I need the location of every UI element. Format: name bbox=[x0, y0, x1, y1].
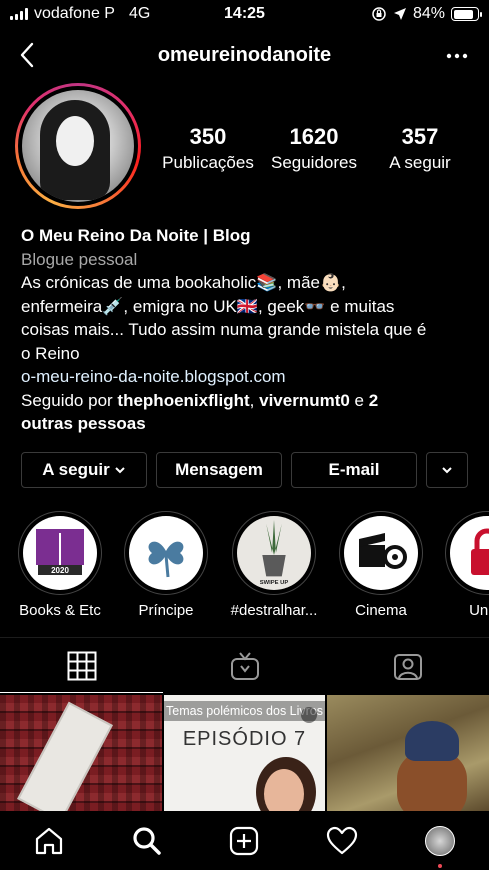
heart-icon bbox=[327, 826, 358, 854]
followed-by-others: outras pessoas bbox=[21, 414, 146, 433]
profile-avatar bbox=[425, 825, 456, 856]
followed-by[interactable]: Seguido por thephoenixflight, vivernumt0… bbox=[21, 389, 471, 413]
nav-home[interactable] bbox=[0, 811, 98, 870]
nav-add-post[interactable] bbox=[196, 811, 294, 870]
more-dots-icon[interactable] bbox=[445, 44, 469, 68]
grid-icon bbox=[67, 651, 96, 680]
nav-search[interactable] bbox=[98, 811, 196, 870]
nav-profile[interactable] bbox=[391, 811, 489, 870]
bio-website-link[interactable]: o-meu-reino-da-noite.blogspot.com bbox=[21, 365, 471, 389]
highlight-label: Books & Etc bbox=[19, 602, 101, 619]
bio-text-line: o Reino bbox=[21, 343, 80, 363]
status-bar: vodafone P 4G 14:25 84% bbox=[0, 0, 489, 30]
profile-bio: O Meu Reino Da Noite | Blog Blogue pesso… bbox=[21, 224, 471, 436]
suggested-accounts-button[interactable] bbox=[426, 452, 468, 488]
plant-icon: SWIPE UP bbox=[237, 516, 311, 590]
email-button[interactable]: E-mail bbox=[291, 452, 417, 488]
highlight-label: Príncipe bbox=[138, 602, 194, 619]
stat-value: 357 bbox=[401, 124, 439, 149]
battery-icon bbox=[451, 7, 482, 21]
stat-value: 1620 bbox=[289, 124, 339, 149]
chevron-down-icon bbox=[114, 467, 125, 474]
bio-text-line: enfermeira💉, emigra no UK🇬🇧, geek👓 e mui… bbox=[21, 296, 395, 316]
igtv-icon bbox=[230, 651, 259, 680]
posts-grid: Temas polémicos dos Livros EPISÓDIO 7 bbox=[0, 695, 489, 811]
profile-category: Blogue pessoal bbox=[21, 249, 138, 269]
profile-actions: A seguir Mensagem E-mail bbox=[21, 452, 468, 488]
highlight-label: #destralhar... bbox=[230, 602, 318, 619]
stat-posts[interactable]: 350 Publicações bbox=[155, 124, 261, 173]
search-icon bbox=[133, 826, 161, 855]
battery-percent: 84% bbox=[412, 5, 445, 22]
stat-label: Seguidores bbox=[270, 153, 357, 172]
highlight-badge: SWIPE UP bbox=[260, 580, 289, 586]
stat-label: A seguir bbox=[389, 153, 451, 172]
location-arrow-icon bbox=[393, 8, 406, 20]
message-button[interactable]: Mensagem bbox=[156, 452, 282, 488]
stat-value: 350 bbox=[189, 124, 227, 149]
stat-following[interactable]: 357 A seguir bbox=[367, 124, 473, 173]
profile-display-name: O Meu Reino Da Noite | Blog bbox=[21, 226, 251, 245]
highlight-books[interactable]: 2020 Books & Etc bbox=[11, 511, 109, 619]
post-thumbnail[interactable]: Temas polémicos dos Livros EPISÓDIO 7 bbox=[163, 695, 326, 811]
notification-dot bbox=[438, 864, 443, 868]
clover-icon bbox=[129, 516, 203, 590]
following-button[interactable]: A seguir bbox=[21, 452, 147, 488]
highlight-destralhar[interactable]: SWIPE UP #destralhar... bbox=[225, 511, 323, 619]
followed-by-user: vivernumt0 bbox=[259, 390, 350, 410]
post-thumbnail[interactable] bbox=[327, 695, 489, 811]
highlight-cinema[interactable]: Cinema bbox=[332, 511, 430, 619]
highlight-badge: 2020 bbox=[51, 566, 69, 575]
highlight-label: Cinema bbox=[355, 602, 407, 619]
tagged-icon bbox=[393, 653, 422, 680]
highlight-principe[interactable]: Príncipe bbox=[117, 511, 215, 619]
post-title-text: EPISÓDIO 7 bbox=[182, 728, 307, 750]
stat-label: Publicações bbox=[162, 153, 254, 172]
profile-stats: 350 Publicações 1620 Seguidores 357 A se… bbox=[155, 124, 475, 173]
bottom-navigation bbox=[0, 811, 489, 870]
nav-activity[interactable] bbox=[293, 811, 391, 870]
highlight-unbox[interactable]: Unbo bbox=[438, 511, 489, 619]
home-icon bbox=[35, 827, 62, 854]
chevron-down-icon bbox=[442, 467, 452, 474]
tab-tagged[interactable] bbox=[326, 638, 489, 693]
add-post-icon bbox=[230, 826, 259, 855]
profile-username: omeureinodanoite bbox=[157, 44, 332, 66]
book-icon: 2020 bbox=[23, 516, 97, 590]
profile-avatar-story-ring[interactable] bbox=[15, 83, 141, 209]
tab-posts-grid[interactable] bbox=[0, 638, 163, 693]
profile-avatar bbox=[22, 90, 134, 202]
bio-text-line: As crónicas de uma bookaholic📚, mãe👶🏻, bbox=[21, 273, 346, 292]
profile-tabs bbox=[0, 637, 489, 693]
status-right: 84% bbox=[371, 5, 482, 23]
highlight-label: Unbo bbox=[469, 602, 489, 619]
bio-text-line: coisas mais... Tudo assim numa grande mi… bbox=[21, 320, 427, 339]
stat-followers[interactable]: 1620 Seguidores bbox=[261, 124, 367, 173]
film-clapper-icon bbox=[344, 516, 418, 590]
story-highlights: 2020 Books & Etc Príncipe SWIPE UP #dest… bbox=[0, 511, 489, 621]
lock-icon bbox=[450, 516, 489, 590]
profile-header: omeureinodanoite bbox=[0, 38, 489, 74]
post-thumbnail[interactable] bbox=[0, 695, 162, 811]
followed-by-user: thephoenixflight bbox=[117, 390, 250, 410]
lock-rotation-icon bbox=[372, 7, 386, 21]
tab-igtv[interactable] bbox=[163, 638, 326, 693]
